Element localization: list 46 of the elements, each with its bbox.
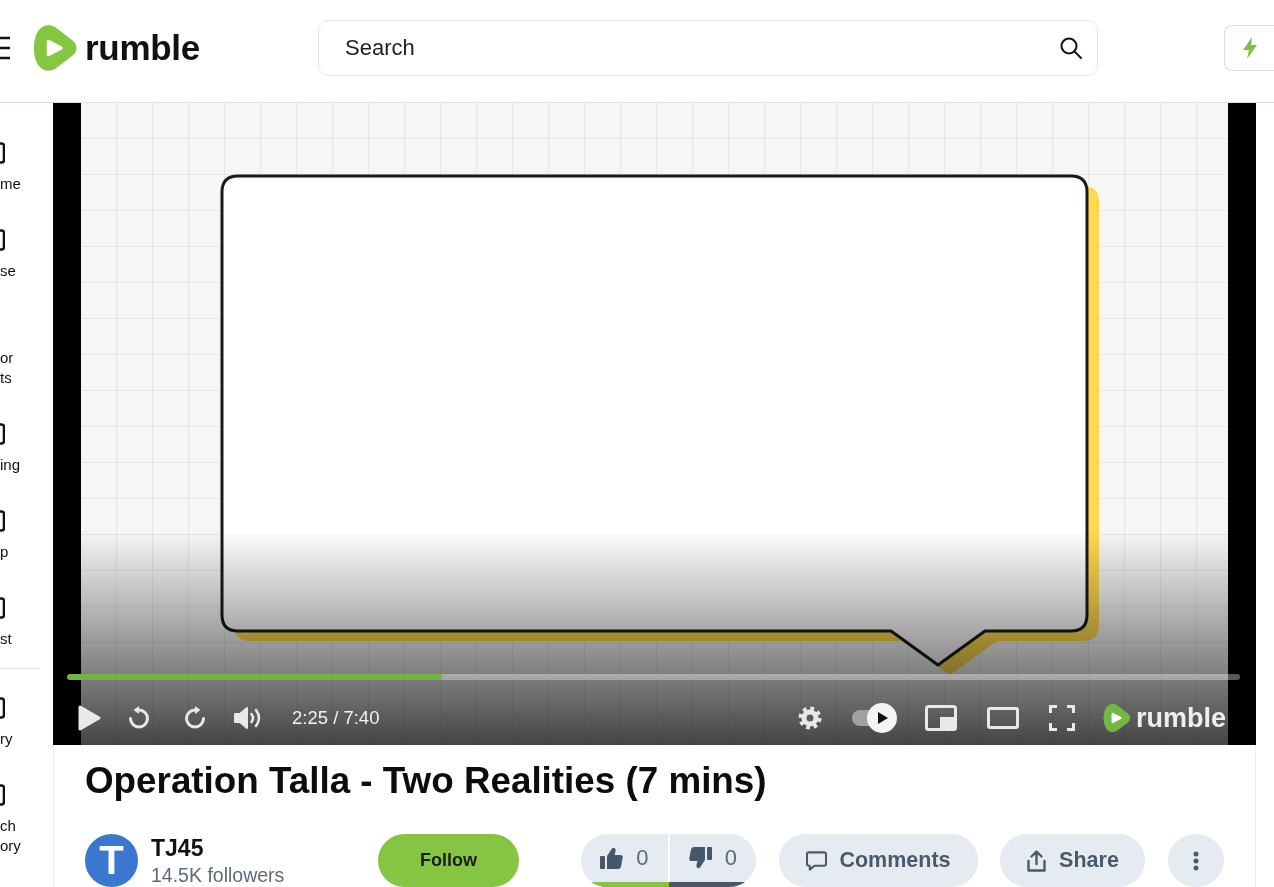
cut-off-icon[interactable] (0, 423, 5, 445)
thumbs-up-icon (600, 847, 624, 869)
cut-off-icon[interactable] (0, 510, 5, 532)
sidebar-link[interactable]: or ts (0, 316, 14, 388)
logo-wordmark[interactable]: rumble (1135, 701, 1226, 734)
share-icon (1026, 849, 1048, 872)
avatar[interactable]: T (85, 834, 138, 887)
forward-icon[interactable] (183, 705, 207, 730)
settings-icon[interactable] (797, 705, 822, 730)
picture-in-picture-icon[interactable] (924, 704, 957, 731)
channel-name[interactable]: TJ45 (151, 835, 204, 860)
sidebar-link[interactable]: ry (0, 697, 13, 749)
comments-button[interactable]: Comments (779, 834, 978, 887)
follow-button[interactable]: Follow (378, 834, 519, 887)
follower-count: 14.5K followers (151, 864, 285, 886)
thumbs-down-icon (688, 847, 712, 869)
logo-wordmark[interactable]: rumble (85, 28, 200, 68)
search-field[interactable]: Search (318, 20, 1098, 76)
share-button[interactable]: Share (1000, 834, 1145, 887)
knob-play-icon (866, 702, 897, 733)
cut-off-icon[interactable] (0, 784, 5, 806)
sidebar-link[interactable]: me (0, 142, 21, 194)
speech-bubble-icon (806, 849, 828, 872)
sidebar-link[interactable]: ch ory (0, 784, 21, 856)
like-button[interactable]: 0 (581, 834, 668, 882)
video-title: Operation Talla - Two Realities (7 mins) (85, 760, 768, 802)
cut-off-icon[interactable] (0, 142, 5, 164)
logo-icon[interactable] (1102, 702, 1131, 733)
time-display: 2:25 / 7:40 (292, 706, 380, 729)
sidebar-link[interactable]: p (0, 510, 9, 562)
cut-off-icon[interactable] (0, 697, 5, 719)
sidebar-link[interactable]: ing (0, 423, 21, 475)
autoplay-toggle[interactable] (851, 702, 897, 733)
fullscreen-icon[interactable] (1048, 704, 1075, 731)
sidebar-link[interactable]: se (0, 229, 16, 281)
lightning-icon (1243, 37, 1257, 59)
rectangle-icon[interactable] (986, 706, 1019, 729)
replay-icon[interactable] (127, 705, 151, 730)
cut-off-icon[interactable] (0, 597, 5, 619)
search-icon[interactable] (1060, 37, 1082, 59)
more-icon (1193, 850, 1199, 871)
menu-icon[interactable] (0, 36, 10, 60)
cut-off-icon[interactable] (0, 229, 5, 251)
sidebar-link[interactable]: st (0, 597, 12, 649)
play-icon[interactable] (77, 704, 101, 731)
progress-track[interactable] (67, 674, 1240, 680)
